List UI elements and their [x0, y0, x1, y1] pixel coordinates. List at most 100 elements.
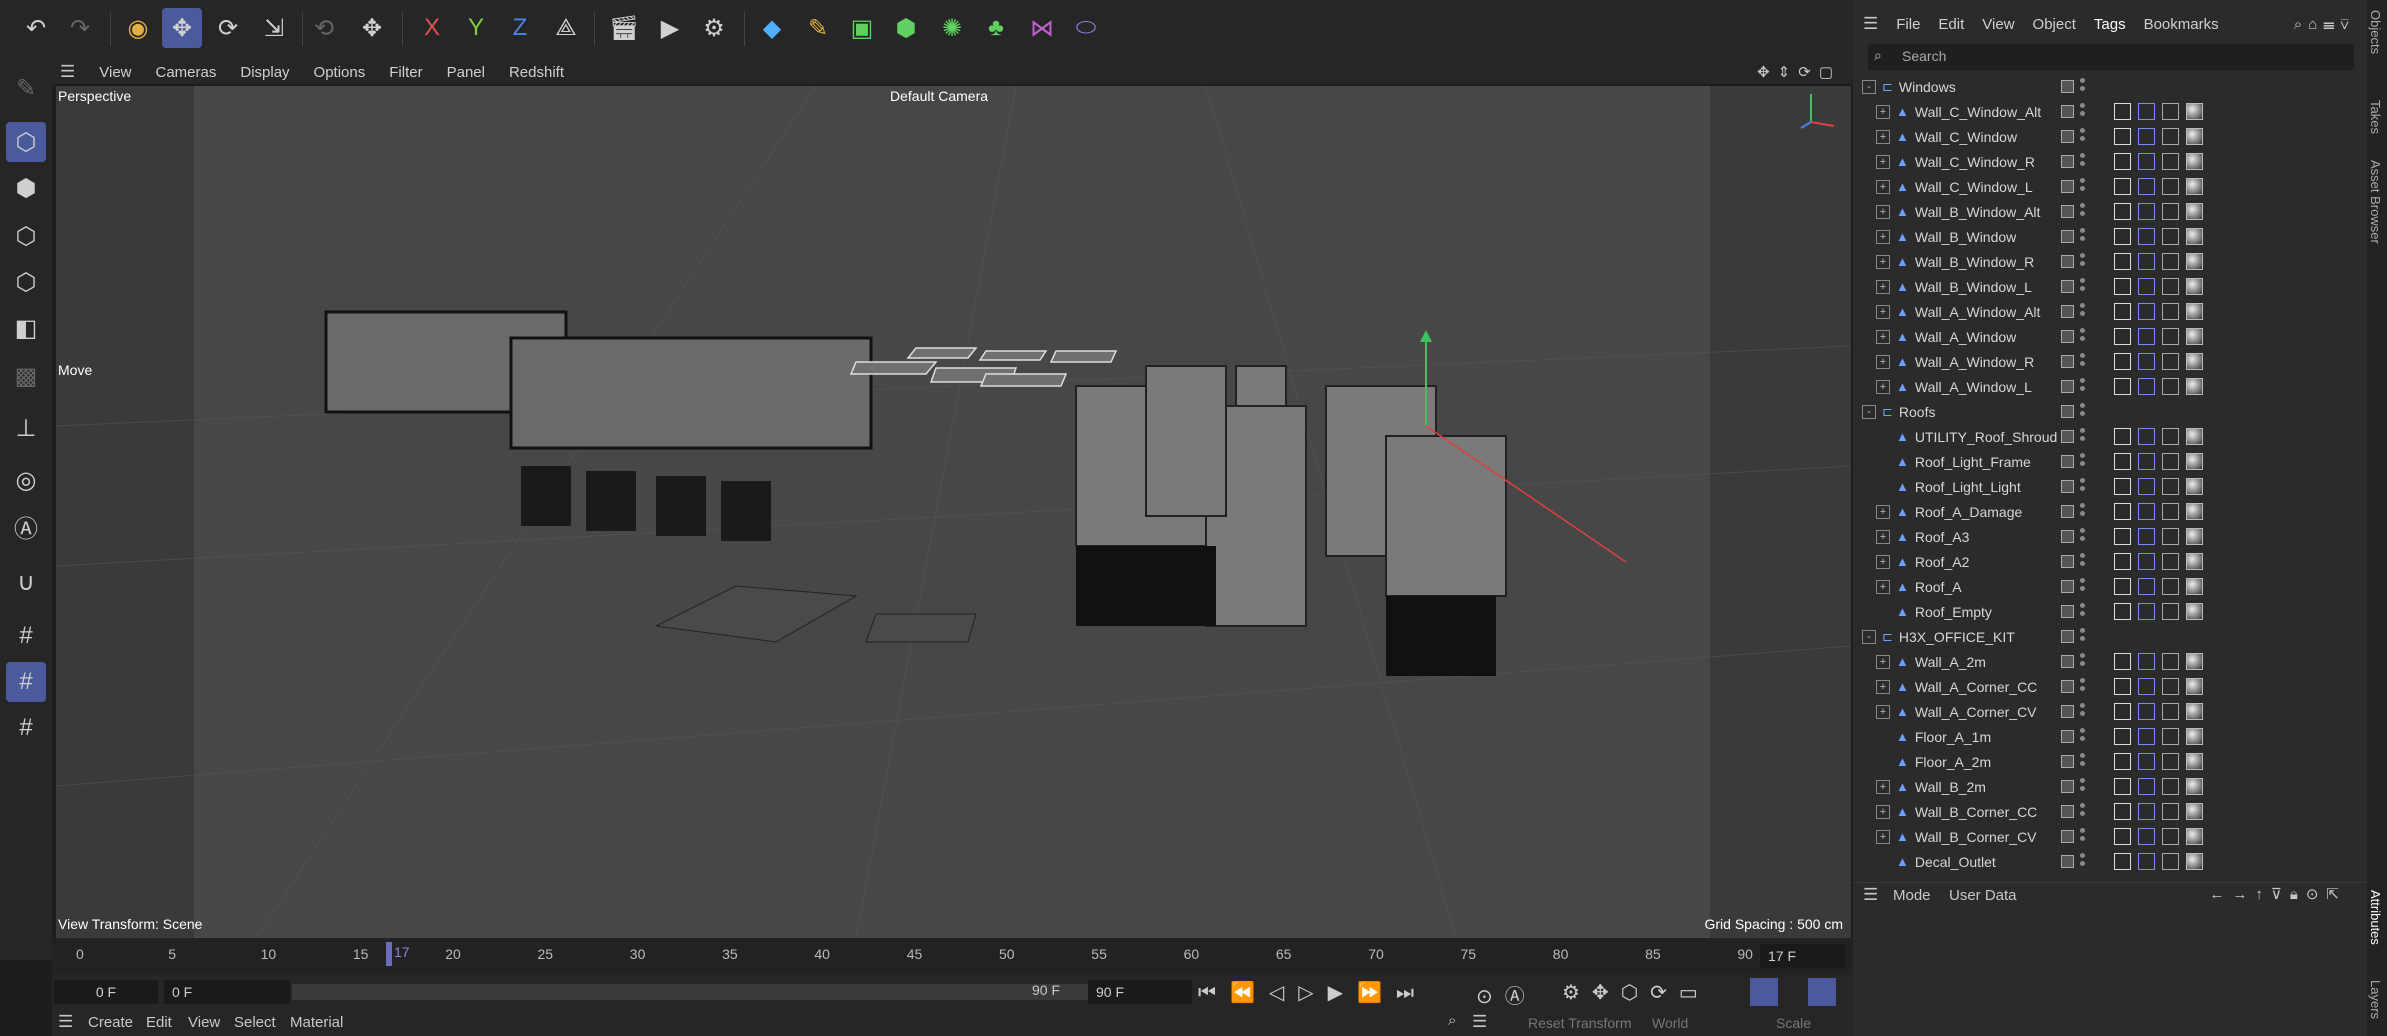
uv-tag-icon[interactable]	[2138, 678, 2155, 695]
object-name[interactable]: Roof_A	[1915, 579, 1962, 595]
uv-tag-icon[interactable]	[2138, 553, 2155, 570]
rotate-disabled-icon[interactable]: ⟲	[304, 8, 344, 48]
object-row[interactable]: + ▲ Wall_C_Window_Alt	[1856, 99, 2344, 124]
object-row[interactable]: + ▲ Roof_A	[1856, 574, 2344, 599]
coordinate-system-icon[interactable]: ⟁	[546, 8, 586, 48]
layer-checkbox[interactable]	[2061, 80, 2074, 93]
uv-tag-icon[interactable]	[2138, 378, 2155, 395]
selection-tag-icon[interactable]	[2162, 453, 2179, 470]
object-row[interactable]: + ▲ Wall_A_Corner_CV	[1856, 699, 2344, 724]
selection-tag-icon[interactable]	[2162, 478, 2179, 495]
selection-tag-icon[interactable]	[2162, 653, 2179, 670]
hamburger-icon[interactable]: ☰	[60, 62, 75, 82]
uv-tag-icon[interactable]	[2138, 203, 2155, 220]
object-name[interactable]: Roof_Empty	[1915, 604, 1992, 620]
expand-icon[interactable]: +	[1876, 829, 1890, 844]
y-axis-button[interactable]: Y	[456, 8, 496, 48]
layer-checkbox[interactable]	[2061, 780, 2074, 793]
phong-tag-icon[interactable]	[2114, 278, 2131, 295]
bottom-menu-select[interactable]: Select	[234, 1014, 276, 1031]
object-name[interactable]: Wall_B_Corner_CC	[1915, 804, 2037, 820]
material-tag-icon[interactable]	[2186, 803, 2203, 820]
object-name[interactable]: Wall_C_Window_L	[1915, 179, 2033, 195]
timeline-mode-icon[interactable]	[1808, 978, 1836, 1006]
material-tag-icon[interactable]	[2186, 478, 2203, 495]
undo-icon[interactable]: ↶	[16, 8, 56, 48]
layer-checkbox[interactable]	[2061, 605, 2074, 618]
expand-icon[interactable]: +	[1876, 154, 1890, 169]
range-start-field[interactable]: 0 F	[164, 980, 290, 1004]
visibility-dots[interactable]	[2080, 278, 2086, 296]
visibility-dots[interactable]	[2080, 428, 2086, 446]
object-row[interactable]: ▲ Roof_Empty	[1856, 599, 2344, 624]
selection-tag-icon[interactable]	[2162, 103, 2179, 120]
viewport-menu-cameras[interactable]: Cameras	[156, 64, 217, 81]
field-icon[interactable]: ⬭	[1066, 8, 1106, 48]
selection-tag-icon[interactable]	[2162, 853, 2179, 870]
layer-checkbox[interactable]	[2061, 505, 2074, 518]
material-tag-icon[interactable]	[2186, 778, 2203, 795]
uv-tag-icon[interactable]	[2138, 728, 2155, 745]
material-tag-icon[interactable]	[2186, 828, 2203, 845]
phong-tag-icon[interactable]	[2114, 328, 2131, 345]
record-controls[interactable]: ⊙Ⓐ	[1476, 980, 1537, 1009]
selection-tag-icon[interactable]	[2162, 228, 2179, 245]
object-name[interactable]: Decal_Outlet	[1915, 854, 1996, 870]
visibility-dots[interactable]	[2080, 178, 2086, 196]
object-row[interactable]: + ▲ Wall_B_Window_R	[1856, 249, 2344, 274]
visibility-dots[interactable]	[2080, 153, 2086, 171]
material-tag-icon[interactable]	[2186, 353, 2203, 370]
phong-tag-icon[interactable]	[2114, 753, 2131, 770]
phong-tag-icon[interactable]	[2114, 828, 2131, 845]
object-name[interactable]: Roof_Light_Light	[1915, 479, 2021, 495]
material-tag-icon[interactable]	[2186, 703, 2203, 720]
uv-tag-icon[interactable]	[2138, 253, 2155, 270]
object-row[interactable]: + ▲ Wall_A_Window_R	[1856, 349, 2344, 374]
selection-tag-icon[interactable]	[2162, 603, 2179, 620]
object-name[interactable]: Wall_B_Corner_CV	[1915, 829, 2037, 845]
uv-tag-icon[interactable]	[2138, 653, 2155, 670]
search-icon[interactable]: ⌕	[1448, 1012, 1456, 1029]
collapse-icon[interactable]: -	[1862, 79, 1876, 94]
object-row[interactable]: + ▲ Wall_A_Window_Alt	[1856, 299, 2344, 324]
uv-tag-icon[interactable]	[2138, 703, 2155, 720]
visibility-dots[interactable]	[2080, 778, 2086, 796]
uv-tag-icon[interactable]	[2138, 303, 2155, 320]
redo-icon[interactable]: ↷	[60, 8, 100, 48]
visibility-dots[interactable]	[2080, 728, 2086, 746]
layer-checkbox[interactable]	[2061, 155, 2074, 168]
phong-tag-icon[interactable]	[2114, 578, 2131, 595]
layer-checkbox[interactable]	[2061, 580, 2074, 593]
cube-icon[interactable]: ◆	[752, 8, 792, 48]
object-row[interactable]: + ▲ Wall_B_Corner_CV	[1856, 824, 2344, 849]
visibility-dots[interactable]	[2080, 478, 2086, 496]
tweak-icon[interactable]: Ⓐ	[6, 506, 46, 546]
expand-icon[interactable]: +	[1876, 304, 1890, 319]
object-name[interactable]: Wall_A_Window	[1915, 329, 2016, 345]
phong-tag-icon[interactable]	[2114, 253, 2131, 270]
material-tag-icon[interactable]	[2186, 278, 2203, 295]
visibility-dots[interactable]	[2080, 753, 2086, 771]
tab-takes[interactable]: Takes	[2368, 100, 2383, 134]
layer-checkbox[interactable]	[2061, 205, 2074, 218]
expand-icon[interactable]: +	[1876, 704, 1890, 719]
layer-checkbox[interactable]	[2061, 380, 2074, 393]
phong-tag-icon[interactable]	[2114, 778, 2131, 795]
object-name[interactable]: Wall_B_2m	[1915, 779, 1986, 795]
viewport-nav-icons[interactable]: ✥⇕⟳▢	[1757, 63, 1841, 81]
selection-tag-icon[interactable]	[2162, 178, 2179, 195]
phong-tag-icon[interactable]	[2114, 528, 2131, 545]
object-row[interactable]: - ⊏ Roofs	[1856, 399, 2344, 424]
material-tag-icon[interactable]	[2186, 228, 2203, 245]
object-row[interactable]: + ▲ Roof_A2	[1856, 549, 2344, 574]
polygons-mode-icon[interactable]: ◧	[6, 308, 46, 348]
render-settings-icon[interactable]: ⚙	[694, 8, 734, 48]
material-tag-icon[interactable]	[2186, 303, 2203, 320]
points-mode-icon[interactable]: ⬡	[6, 216, 46, 256]
object-name[interactable]: Wall_B_Window_Alt	[1915, 204, 2041, 220]
phong-tag-icon[interactable]	[2114, 228, 2131, 245]
playback-controls[interactable]: ⏮⏪◁▷▶⏩⏭	[1198, 980, 1428, 1005]
phong-tag-icon[interactable]	[2114, 103, 2131, 120]
object-menu-view[interactable]: View	[1982, 16, 2014, 33]
object-name[interactable]: Wall_C_Window_Alt	[1915, 104, 2041, 120]
